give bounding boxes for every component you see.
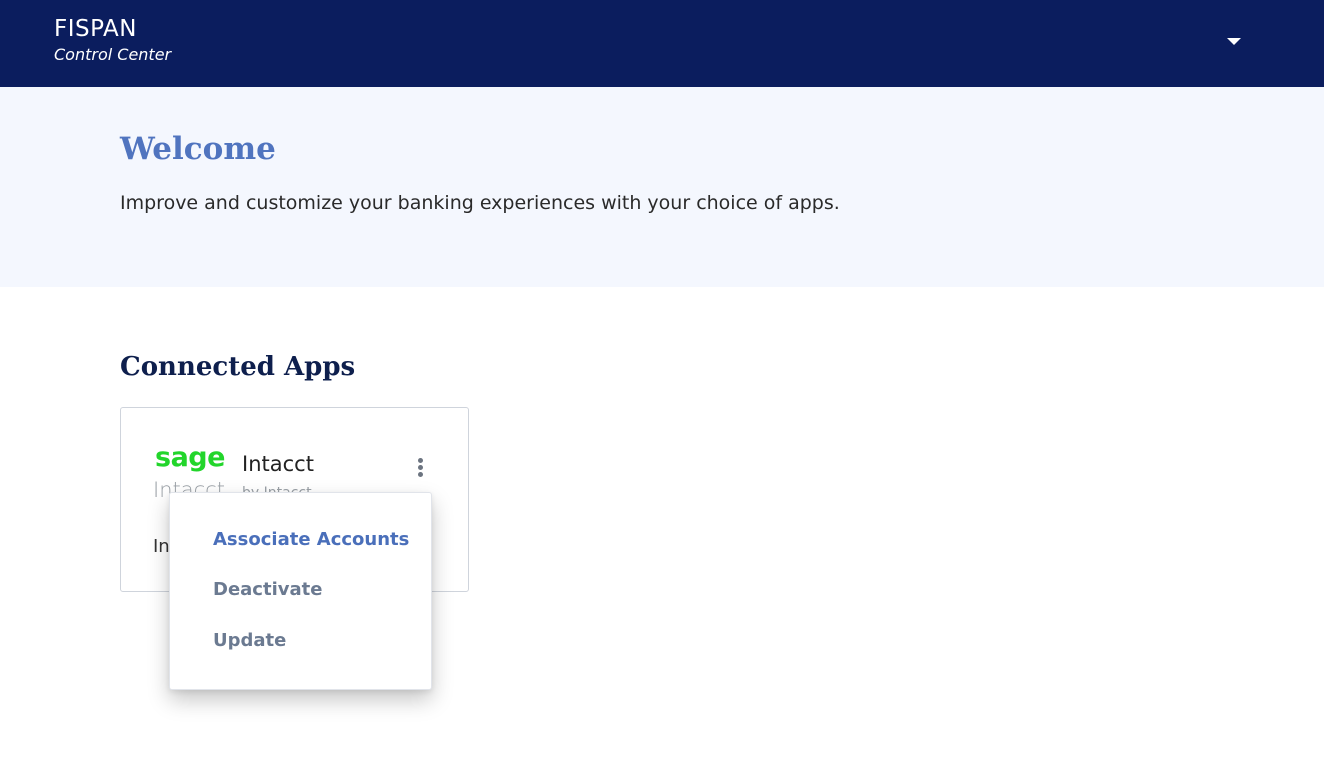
app-action-menu: Associate Accounts Deactivate Update bbox=[169, 492, 432, 690]
welcome-description: Improve and customize your banking exper… bbox=[120, 192, 840, 214]
menu-item-associate-accounts[interactable]: Associate Accounts bbox=[213, 529, 409, 550]
menu-item-deactivate[interactable]: Deactivate bbox=[213, 579, 322, 600]
menu-item-update[interactable]: Update bbox=[213, 630, 286, 651]
sage-logo-wordmark: sage bbox=[155, 442, 225, 473]
top-nav-bar: FISPAN Control Center bbox=[0, 0, 1324, 87]
account-dropdown-button[interactable] bbox=[1218, 28, 1250, 56]
brand-subtitle: Control Center bbox=[54, 45, 172, 64]
welcome-title: Welcome bbox=[120, 131, 276, 167]
caret-down-icon bbox=[1227, 38, 1241, 45]
app-name: Intacct bbox=[242, 452, 314, 476]
welcome-banner: Welcome Improve and customize your banki… bbox=[0, 87, 1324, 287]
brand-name[interactable]: FISPAN bbox=[54, 16, 137, 42]
sage-intacct-logo: sage Intacct bbox=[155, 442, 225, 498]
connected-apps-title: Connected Apps bbox=[120, 352, 356, 382]
app-status: In bbox=[153, 536, 170, 557]
app-menu-button[interactable] bbox=[409, 452, 431, 482]
